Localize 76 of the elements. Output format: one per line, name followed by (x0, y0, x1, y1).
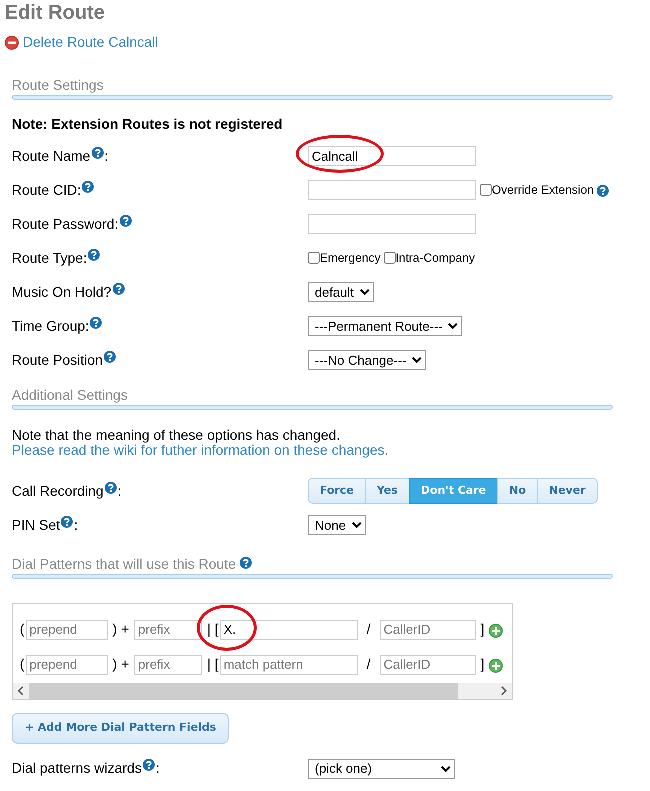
wiki-link[interactable]: Please read the wiki for futher information on these changes. (12, 442, 389, 458)
checkbox-label: Override Extension (492, 182, 594, 199)
horizontal-scrollbar[interactable] (13, 683, 512, 699)
help-icon[interactable] (597, 184, 610, 196)
field-label: Time Group: (12, 316, 90, 336)
text-field[interactable]: prepend (26, 620, 108, 640)
field-label: Route CID: (12, 180, 82, 200)
section-heading: Route Settings (12, 77, 104, 93)
select-field[interactable]: None (308, 515, 366, 535)
checkbox[interactable] (384, 252, 396, 264)
text-field[interactable]: Calncall (308, 146, 476, 166)
toggle-button[interactable]: No (497, 478, 538, 504)
text-field[interactable] (308, 180, 476, 200)
help-icon[interactable] (90, 316, 102, 328)
help-icon[interactable] (112, 282, 125, 294)
select-field[interactable]: ---Permanent Route--- (308, 316, 462, 336)
plus-text: ) + (112, 620, 130, 639)
help-icon[interactable] (104, 482, 117, 494)
text-field[interactable]: prepend (26, 654, 108, 674)
help-icon[interactable] (104, 350, 116, 362)
text-field[interactable] (308, 214, 476, 234)
bracket-text: ] (480, 655, 485, 674)
select-field[interactable]: (pick one) (308, 758, 455, 778)
bracket-text: ] (480, 620, 485, 639)
checkbox[interactable] (480, 184, 492, 196)
colon-text: : (118, 482, 122, 500)
plus-text: ) + (112, 655, 130, 674)
text-field[interactable]: prefix (134, 620, 202, 640)
field-label: Route Position (12, 350, 104, 370)
help-icon[interactable] (92, 146, 104, 158)
delete-icon[interactable] (5, 36, 19, 50)
select-field[interactable]: ---No Change--- (308, 350, 426, 370)
page-title: Edit Route (5, 1, 106, 26)
field-label: Route Type: (12, 248, 88, 268)
help-icon[interactable] (240, 557, 252, 569)
help-icon[interactable] (88, 248, 100, 260)
toggle-button[interactable]: Never (537, 478, 598, 504)
bracket-text: ( (20, 655, 25, 674)
text-field[interactable]: match pattern (220, 654, 358, 674)
bracket-text: ( (20, 620, 25, 639)
text-field[interactable]: CallerID (380, 654, 476, 674)
field-label: PIN Set (12, 516, 60, 534)
colon-text: : (74, 516, 78, 534)
checkbox-label: Emergency (320, 250, 381, 267)
bar-bracket-text: | [ (207, 655, 219, 674)
field-label: Route Password: (12, 214, 119, 234)
colon-text: : (104, 146, 108, 166)
toggle-button[interactable]: Force (308, 478, 366, 504)
section-heading: Additional Settings (12, 387, 128, 403)
help-icon[interactable] (61, 516, 74, 528)
toggle-button[interactable]: Don't Care (409, 478, 498, 504)
help-icon[interactable] (142, 759, 155, 771)
add-pattern-button[interactable]: + Add More Dial Pattern Fields (12, 713, 230, 744)
add-icon[interactable] (488, 624, 503, 638)
toggle-button[interactable]: Yes (365, 478, 410, 504)
text-field[interactable]: CallerID (380, 620, 476, 640)
checkbox-label: Intra-Company (396, 250, 476, 267)
add-icon[interactable] (488, 659, 503, 673)
field-label: Music On Hold? (12, 282, 112, 302)
colon-text: : (156, 759, 160, 778)
select-field[interactable]: default (308, 282, 374, 302)
help-icon[interactable] (82, 180, 94, 192)
delete-link[interactable]: Delete Route Calncall (23, 32, 158, 53)
field-label: Dial patterns wizards (12, 759, 142, 778)
field-label: Route Name (12, 146, 91, 166)
help-icon[interactable] (120, 214, 132, 226)
section-heading: Dial Patterns that will use this Route (12, 556, 236, 572)
slash-text: / (366, 620, 371, 639)
bar-bracket-text: | [ (207, 620, 219, 639)
note-paragraph: Note that the meaning of these options has changed. Please read the wiki for futher information on these changes. (12, 428, 390, 458)
text-field[interactable]: X. (220, 620, 358, 640)
note-text: Note: Extension Routes is not registered (12, 115, 284, 134)
checkbox[interactable] (308, 252, 320, 264)
field-label: Call Recording (12, 482, 104, 501)
text-field[interactable]: prefix (134, 654, 202, 674)
slash-text: / (366, 655, 371, 674)
